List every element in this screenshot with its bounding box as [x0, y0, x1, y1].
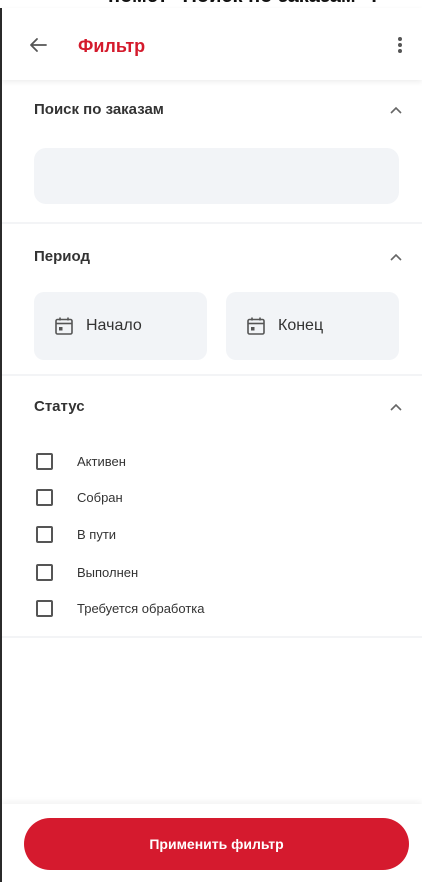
status-option-label: Требуется обработка	[77, 600, 205, 616]
section-title-order-search: Поиск по заказам	[34, 101, 164, 118]
period-start-label: Начало	[86, 317, 142, 334]
period-end-field[interactable]: Конец	[226, 292, 399, 360]
more-options-button[interactable]	[384, 30, 416, 60]
chevron-up-icon	[390, 253, 402, 261]
calendar-icon	[246, 315, 268, 337]
chevron-up-icon	[390, 403, 402, 411]
calendar-icon	[54, 315, 76, 337]
collapse-status-button[interactable]	[386, 397, 406, 417]
checkbox[interactable]	[36, 488, 53, 506]
section-title-period: Период	[34, 248, 90, 265]
status-option-label: Активен	[77, 453, 126, 469]
checkbox[interactable]	[36, 452, 53, 470]
section-divider	[2, 374, 422, 376]
checkbox[interactable]	[36, 525, 53, 543]
status-option-completed[interactable]: Выполнен	[36, 560, 138, 584]
status-option-label: Собран	[77, 489, 123, 505]
device-edge	[0, 8, 2, 882]
more-vert-icon	[398, 37, 402, 53]
checkbox[interactable]	[36, 599, 53, 617]
back-button[interactable]	[22, 30, 54, 60]
order-search-input[interactable]	[34, 148, 399, 204]
page-title: Фильтр	[78, 36, 146, 56]
chevron-up-icon	[390, 106, 402, 114]
arrow-left-icon	[30, 38, 47, 52]
apply-filter-button[interactable]: Применить фильтр	[24, 818, 409, 870]
period-end-label: Конец	[278, 317, 324, 334]
section-title-status: Статус	[34, 398, 85, 415]
section-divider	[2, 636, 422, 638]
status-option-assembled[interactable]: Собран	[36, 485, 123, 509]
status-option-in-transit[interactable]: В пути	[36, 522, 116, 546]
section-divider	[2, 222, 422, 224]
app-bar: Фильтр	[2, 8, 422, 80]
collapse-order-search-button[interactable]	[386, 100, 406, 120]
checkbox[interactable]	[36, 563, 53, 581]
status-option-label: Выполнен	[77, 564, 139, 580]
period-start-field[interactable]: Начало	[34, 292, 207, 360]
status-option-label: В пути	[77, 526, 117, 542]
status-option-needs-processing[interactable]: Требуется обработка	[36, 596, 204, 620]
collapse-period-button[interactable]	[386, 247, 406, 267]
top-caption-text: помет "Поиск по заказам" :	[108, 0, 377, 8]
status-option-active[interactable]: Активен	[36, 449, 126, 473]
cropped-top-caption: помет "Поиск по заказам" :	[0, 0, 422, 8]
